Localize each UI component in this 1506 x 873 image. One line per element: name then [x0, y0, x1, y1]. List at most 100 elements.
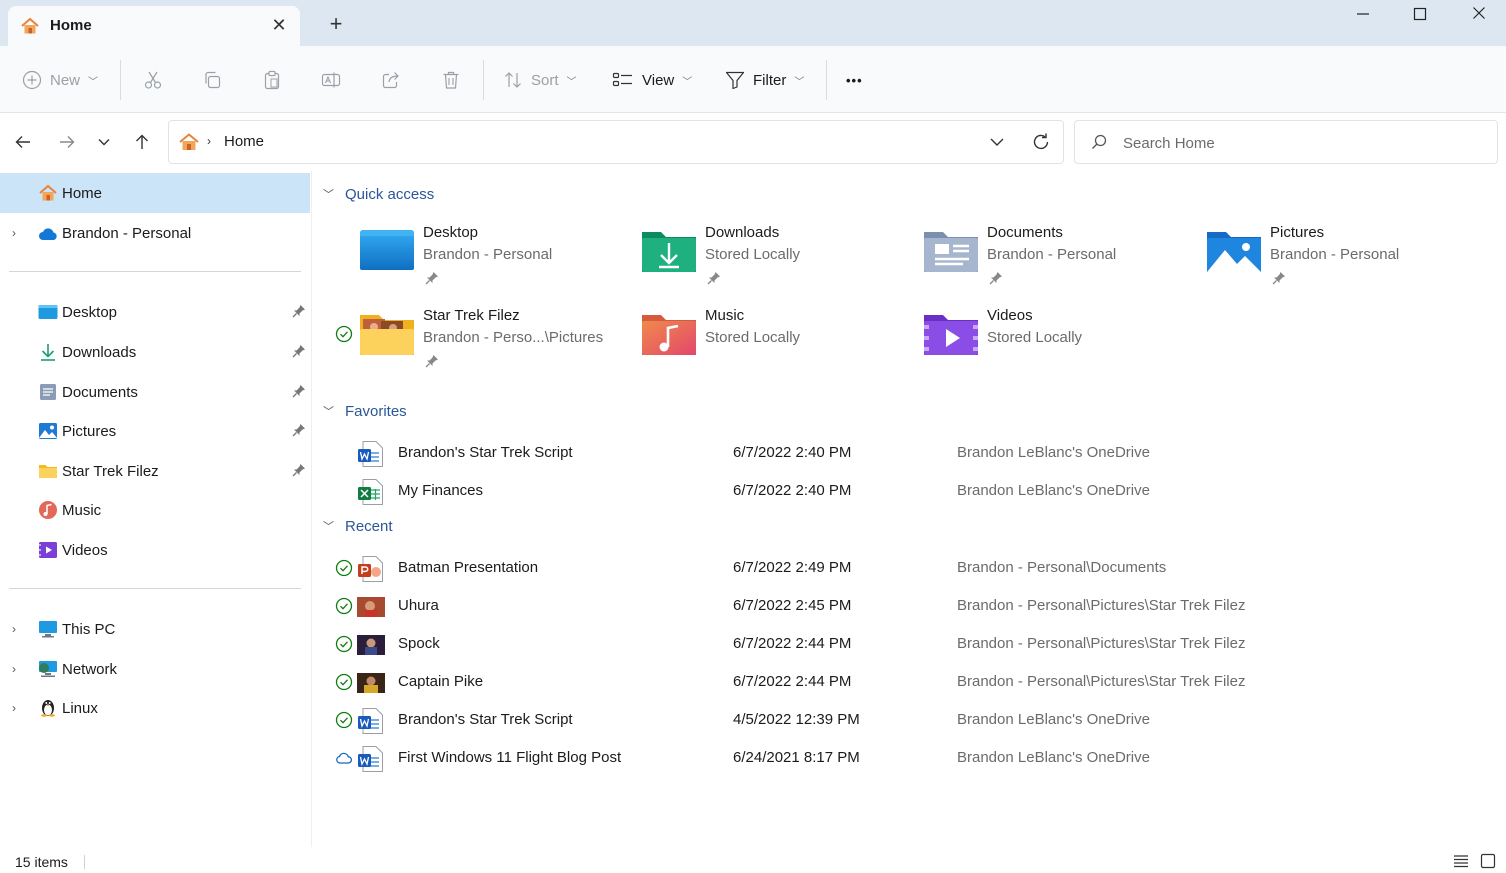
chevron-right-icon[interactable]: › — [12, 662, 24, 676]
synced-check-icon — [335, 325, 353, 343]
new-tab-button[interactable]: + — [326, 13, 346, 35]
quick-access-item[interactable]: Videos Stored Locally — [923, 305, 1193, 375]
file-name: Uhura — [398, 597, 439, 614]
tiles-view-icon[interactable] — [1479, 852, 1497, 870]
word-document-icon — [358, 441, 383, 467]
table-row[interactable]: Captain Pike 6/7/2022 2:44 PM Brandon - … — [313, 663, 1506, 701]
forward-button[interactable] — [56, 131, 78, 153]
chevron-right-icon[interactable]: › — [12, 622, 24, 636]
network-icon — [39, 661, 57, 677]
pin-icon[interactable] — [292, 423, 306, 437]
details-view-icon[interactable] — [1452, 852, 1470, 870]
share-button[interactable] — [381, 66, 401, 94]
view-button[interactable]: View ﹀ — [612, 66, 692, 94]
table-row[interactable]: Batman Presentation 6/7/2022 2:49 PM Bra… — [313, 549, 1506, 587]
chevron-down-icon: ﹀ — [323, 406, 334, 418]
cut-button[interactable] — [143, 66, 163, 94]
item-name: Star Trek Filez — [423, 307, 520, 324]
more-options-button[interactable]: ••• — [846, 66, 863, 94]
chevron-down-icon: ﹀ — [88, 76, 99, 88]
table-row[interactable]: First Windows 11 Flight Blog Post 6/24/2… — [313, 739, 1506, 777]
close-window-button[interactable] — [1456, 4, 1502, 28]
sidebar-item-network[interactable]: › Network — [0, 649, 310, 689]
maximize-button[interactable] — [1397, 4, 1443, 28]
sort-label: Sort — [531, 71, 559, 89]
synced-check-icon — [335, 673, 353, 691]
onedrive-cloud-icon — [39, 228, 57, 240]
pin-icon[interactable] — [292, 344, 306, 358]
sidebar-item-downloads[interactable]: Downloads — [0, 332, 310, 372]
sort-button[interactable]: Sort ﹀ — [503, 66, 577, 94]
new-label: New — [50, 71, 81, 89]
section-recent[interactable]: ﹀ Recent — [323, 514, 393, 538]
file-date: 6/7/2022 2:40 PM — [733, 482, 852, 499]
refresh-icon[interactable] — [1031, 132, 1051, 152]
trash-icon — [443, 71, 459, 89]
chevron-right-icon[interactable]: › — [12, 701, 24, 715]
chevron-down-icon: ﹀ — [794, 76, 805, 88]
quick-access-item[interactable]: Downloads Stored Locally — [641, 222, 911, 292]
downloads-folder-icon — [642, 232, 696, 272]
home-icon — [179, 133, 199, 150]
sidebar-item-videos[interactable]: Videos — [0, 530, 310, 570]
breadcrumb-home[interactable]: Home — [224, 133, 264, 150]
pin-icon — [1272, 272, 1285, 285]
quick-access-item[interactable]: Desktop Brandon - Personal — [359, 222, 629, 292]
rename-button[interactable] — [321, 66, 341, 94]
search-input[interactable] — [1123, 131, 1483, 155]
recent-locations-button[interactable] — [93, 131, 115, 153]
table-row[interactable]: Spock 6/7/2022 2:44 PM Brandon - Persona… — [313, 625, 1506, 663]
address-bar[interactable]: › Home — [168, 120, 1064, 164]
quick-access-item[interactable]: Music Stored Locally — [641, 305, 911, 375]
delete-button[interactable] — [441, 66, 461, 94]
search-box[interactable] — [1074, 120, 1498, 164]
chevron-right-icon[interactable]: › — [12, 226, 24, 240]
table-row[interactable]: Uhura 6/7/2022 2:45 PM Brandon - Persona… — [313, 587, 1506, 625]
close-tab-icon[interactable]: ✕ — [270, 16, 288, 34]
filter-button[interactable]: Filter ﹀ — [725, 66, 804, 94]
file-date: 6/7/2022 2:44 PM — [733, 635, 852, 652]
paste-button[interactable] — [262, 66, 282, 94]
sidebar-item-label: Music — [62, 501, 102, 519]
address-row: › Home — [0, 113, 1506, 171]
minimize-button[interactable] — [1340, 4, 1386, 28]
quick-access-item[interactable]: Pictures Brandon - Personal — [1206, 222, 1476, 292]
quick-access-item[interactable]: Documents Brandon - Personal — [923, 222, 1193, 292]
sidebar-item-pictures[interactable]: Pictures — [0, 411, 310, 451]
sidebar-item-home[interactable]: Home — [0, 173, 310, 213]
sidebar-divider — [9, 271, 301, 272]
item-location: Brandon - Personal — [987, 246, 1117, 263]
sidebar-item-onedrive[interactable]: › Brandon - Personal — [0, 213, 310, 253]
pin-icon[interactable] — [292, 304, 306, 318]
tab-home[interactable]: Home ✕ — [8, 6, 300, 46]
section-quick-access[interactable]: ﹀ Quick access — [323, 182, 434, 206]
sidebar-item-this-pc[interactable]: › This PC — [0, 609, 310, 649]
table-row[interactable]: Brandon's Star Trek Script 6/7/2022 2:40… — [313, 434, 1506, 472]
sidebar-item-music[interactable]: Music — [0, 490, 310, 530]
navigation-pane: Home › Brandon - Personal Desktop Downlo… — [0, 171, 312, 847]
section-favorites[interactable]: ﹀ Favorites — [323, 399, 407, 423]
pin-icon[interactable] — [292, 384, 306, 398]
sidebar-item-desktop[interactable]: Desktop — [0, 292, 310, 332]
pictures-icon — [39, 423, 57, 439]
sidebar-item-star-trek-filez[interactable]: Star Trek Filez — [0, 451, 310, 491]
sidebar-item-documents[interactable]: Documents — [0, 372, 310, 412]
pin-icon[interactable] — [292, 463, 306, 477]
image-thumbnail-icon — [357, 597, 385, 617]
copy-button[interactable] — [202, 66, 222, 94]
table-row[interactable]: My Finances 6/7/2022 2:40 PM Brandon LeB… — [313, 472, 1506, 510]
file-location: Brandon LeBlanc's OneDrive — [957, 711, 1150, 728]
sidebar-item-linux[interactable]: › Linux — [0, 688, 310, 728]
up-button[interactable] — [131, 131, 153, 153]
file-location: Brandon LeBlanc's OneDrive — [957, 444, 1150, 461]
documents-folder-icon — [924, 232, 978, 272]
quick-access-item[interactable]: Star Trek Filez Brandon - Perso...\Pictu… — [335, 305, 629, 375]
address-history-dropdown-icon[interactable] — [989, 134, 1005, 150]
file-location: Brandon - Personal\Pictures\Star Trek Fi… — [957, 597, 1246, 614]
back-button[interactable] — [12, 131, 34, 153]
new-button[interactable]: New ﹀ — [22, 66, 98, 94]
item-name: Documents — [987, 224, 1063, 241]
table-row[interactable]: Brandon's Star Trek Script 4/5/2022 12:3… — [313, 701, 1506, 739]
item-location: Brandon - Personal — [1270, 246, 1400, 263]
status-divider — [84, 855, 85, 869]
